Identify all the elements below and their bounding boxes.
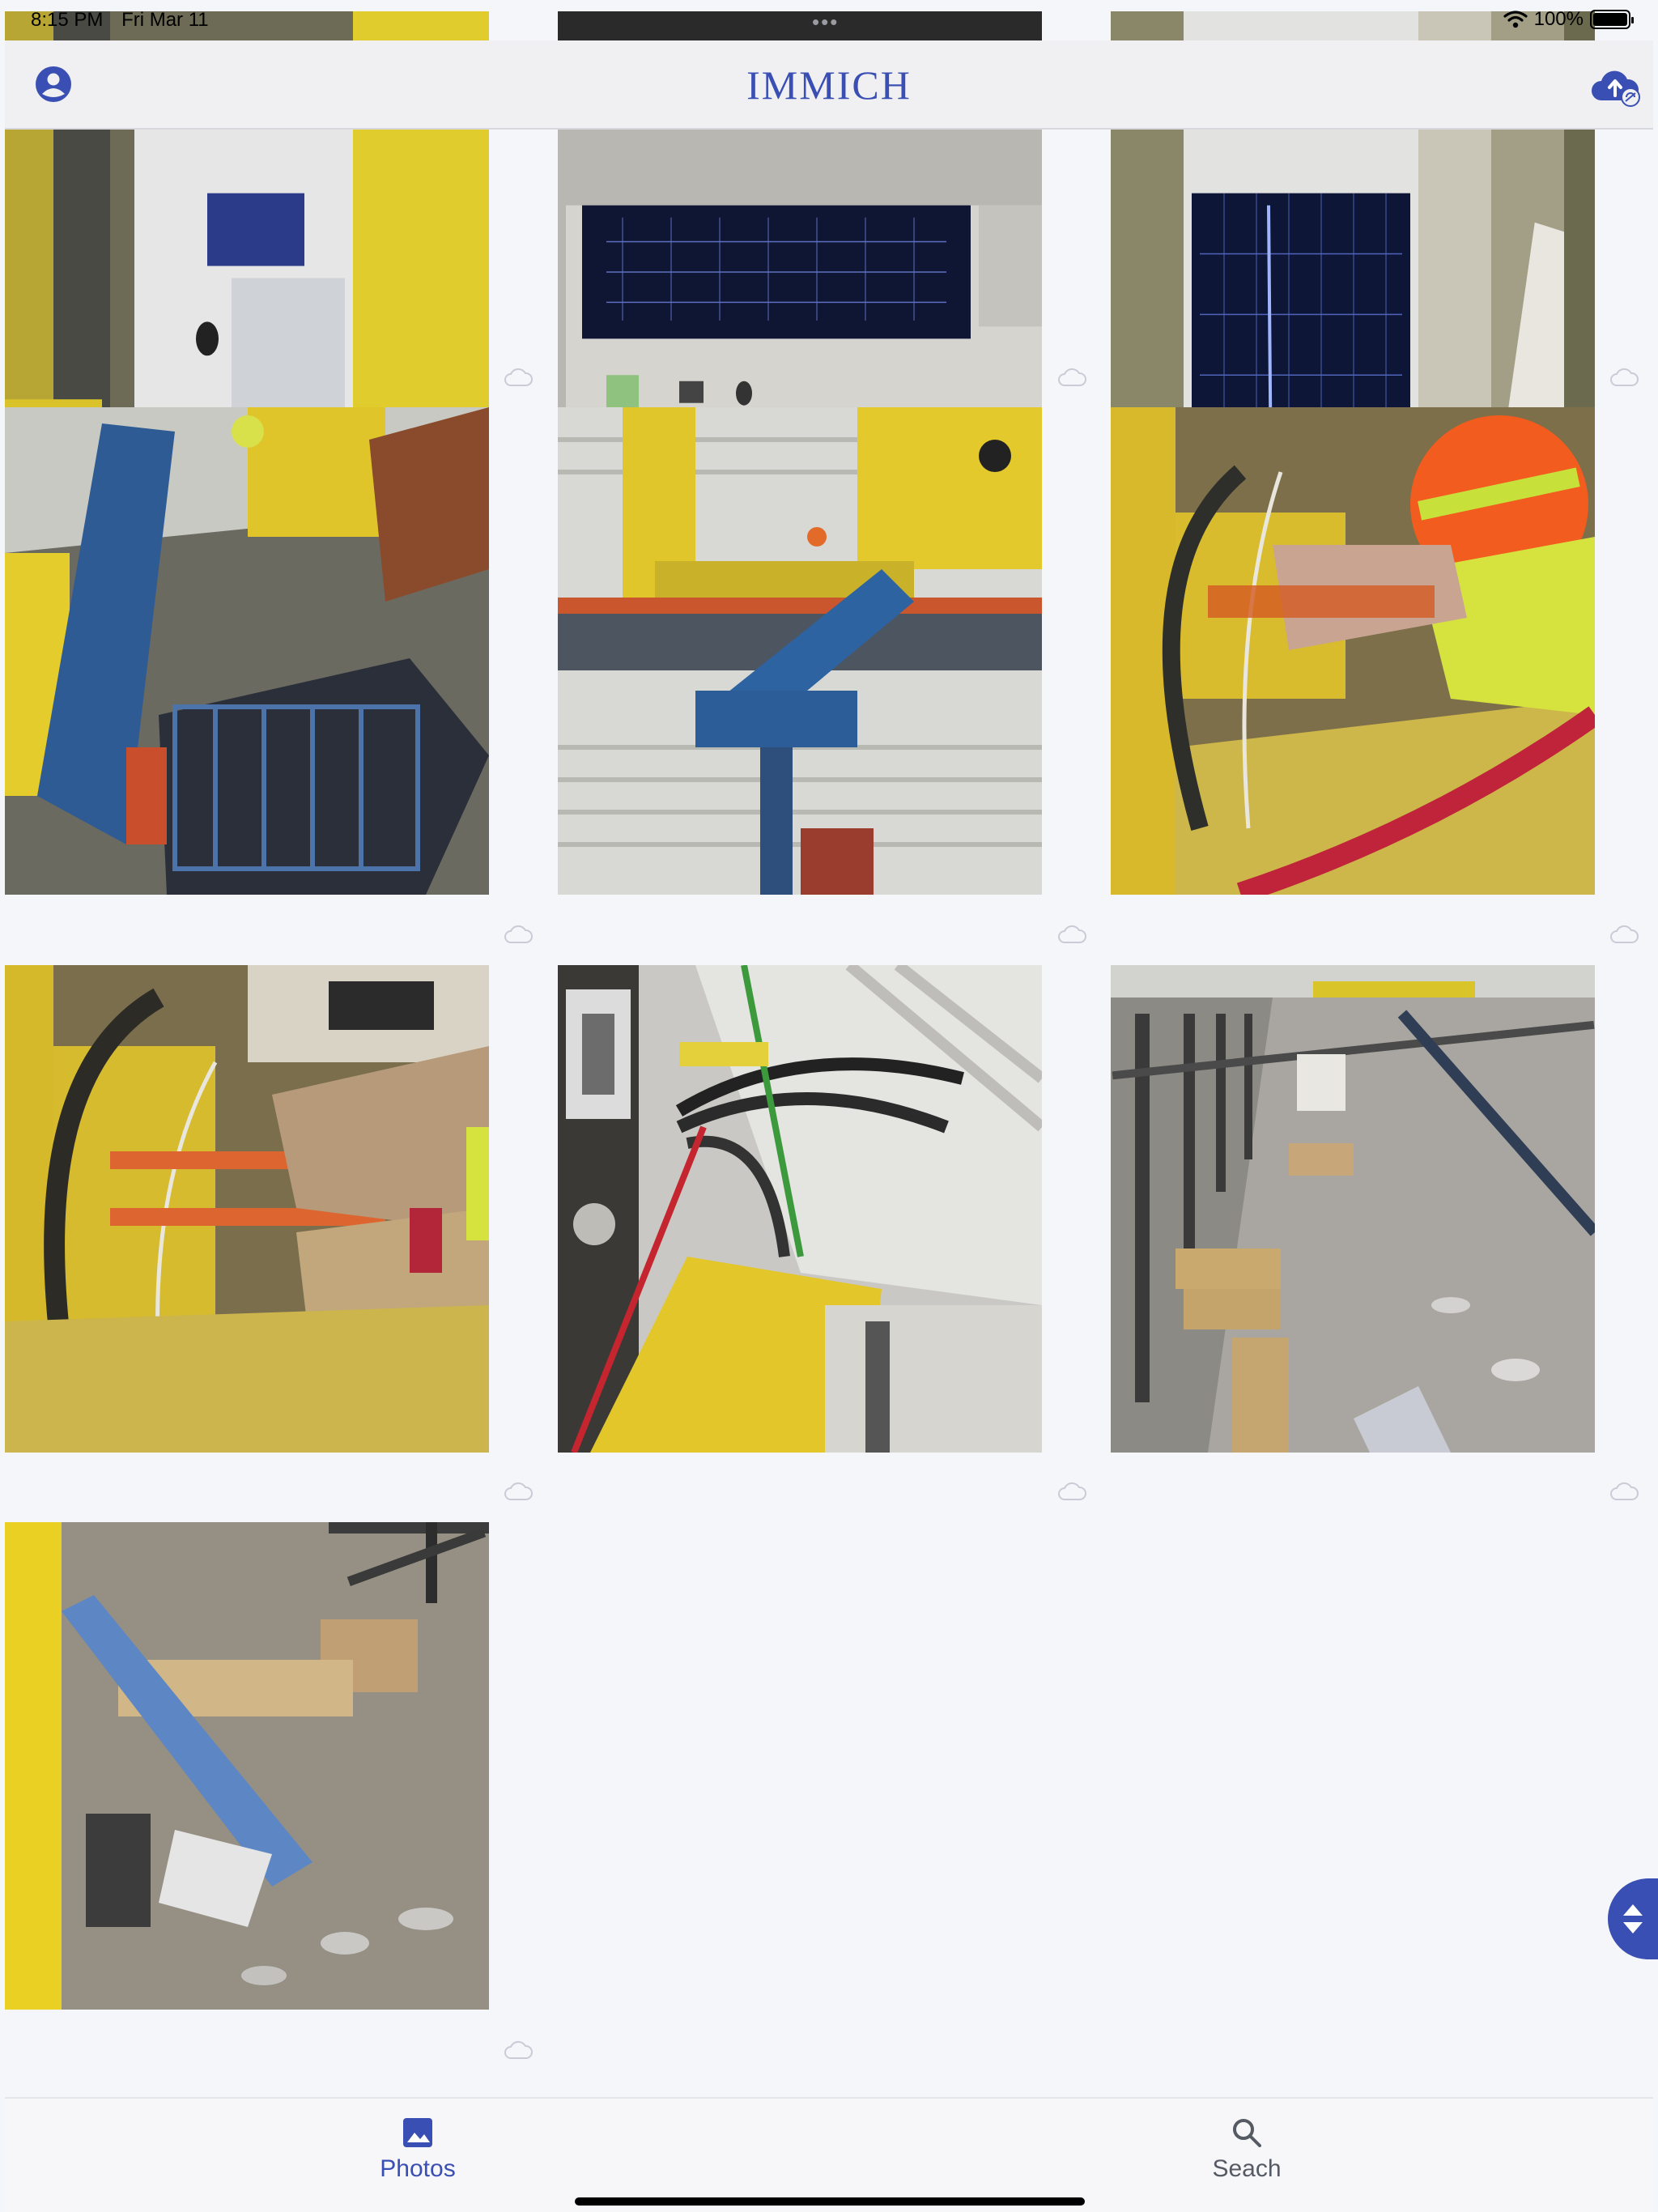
cloud-icon — [504, 1482, 533, 1500]
cloud-icon — [504, 368, 533, 386]
status-bar: 8:15 PM Fri Mar 11 ••• 100% — [0, 0, 1658, 40]
wifi-icon — [1503, 11, 1528, 28]
cloud-upload-icon[interactable] — [1590, 63, 1642, 108]
photo-thumbnail[interactable] — [558, 407, 1042, 895]
multitask-indicator[interactable]: ••• — [812, 10, 839, 35]
nav-photos-label: Photos — [380, 2155, 456, 2182]
photo-thumbnail[interactable] — [1111, 407, 1595, 895]
photo-thumbnail[interactable] — [5, 1522, 489, 2010]
app-bar: IMMICH — [5, 40, 1653, 130]
app-title: IMMICH — [746, 62, 912, 108]
cloud-icon — [1058, 925, 1086, 943]
photo-thumbnail[interactable] — [5, 965, 489, 1453]
nav-search-label: Seach — [1212, 2155, 1282, 2182]
battery-percent: 100% — [1533, 8, 1584, 30]
nav-search[interactable]: Seach — [1158, 2115, 1336, 2183]
cloud-icon — [1610, 368, 1639, 386]
cloud-icon — [504, 2040, 533, 2059]
cloud-icon — [1610, 1482, 1639, 1500]
cloud-icon — [1610, 925, 1639, 943]
cloud-icon — [1058, 1482, 1086, 1500]
search-icon — [1233, 2119, 1261, 2147]
status-time: 8:15 PM — [31, 9, 104, 31]
battery-icon — [1590, 10, 1634, 29]
battery-level — [1593, 13, 1627, 26]
photo-thumbnail[interactable] — [1111, 965, 1595, 1453]
home-indicator[interactable] — [575, 2197, 1085, 2206]
photo-icon — [403, 2118, 432, 2147]
nav-photos[interactable]: Photos — [329, 2115, 507, 2183]
cloud-icon — [1058, 368, 1086, 386]
scroll-arrows-icon — [1623, 1904, 1643, 1933]
app-screen: 8:15 PM Fri Mar 11 ••• 100% IMMICH Photo… — [0, 0, 1658, 2212]
photo-thumbnail[interactable] — [5, 407, 489, 895]
photo-thumbnail[interactable] — [558, 965, 1042, 1453]
cloud-icon — [504, 925, 533, 943]
bottom-navigation: Photos Seach — [5, 2097, 1653, 2212]
photo-grid[interactable] — [0, 0, 1658, 2097]
status-date: Fri Mar 11 — [121, 9, 209, 31]
